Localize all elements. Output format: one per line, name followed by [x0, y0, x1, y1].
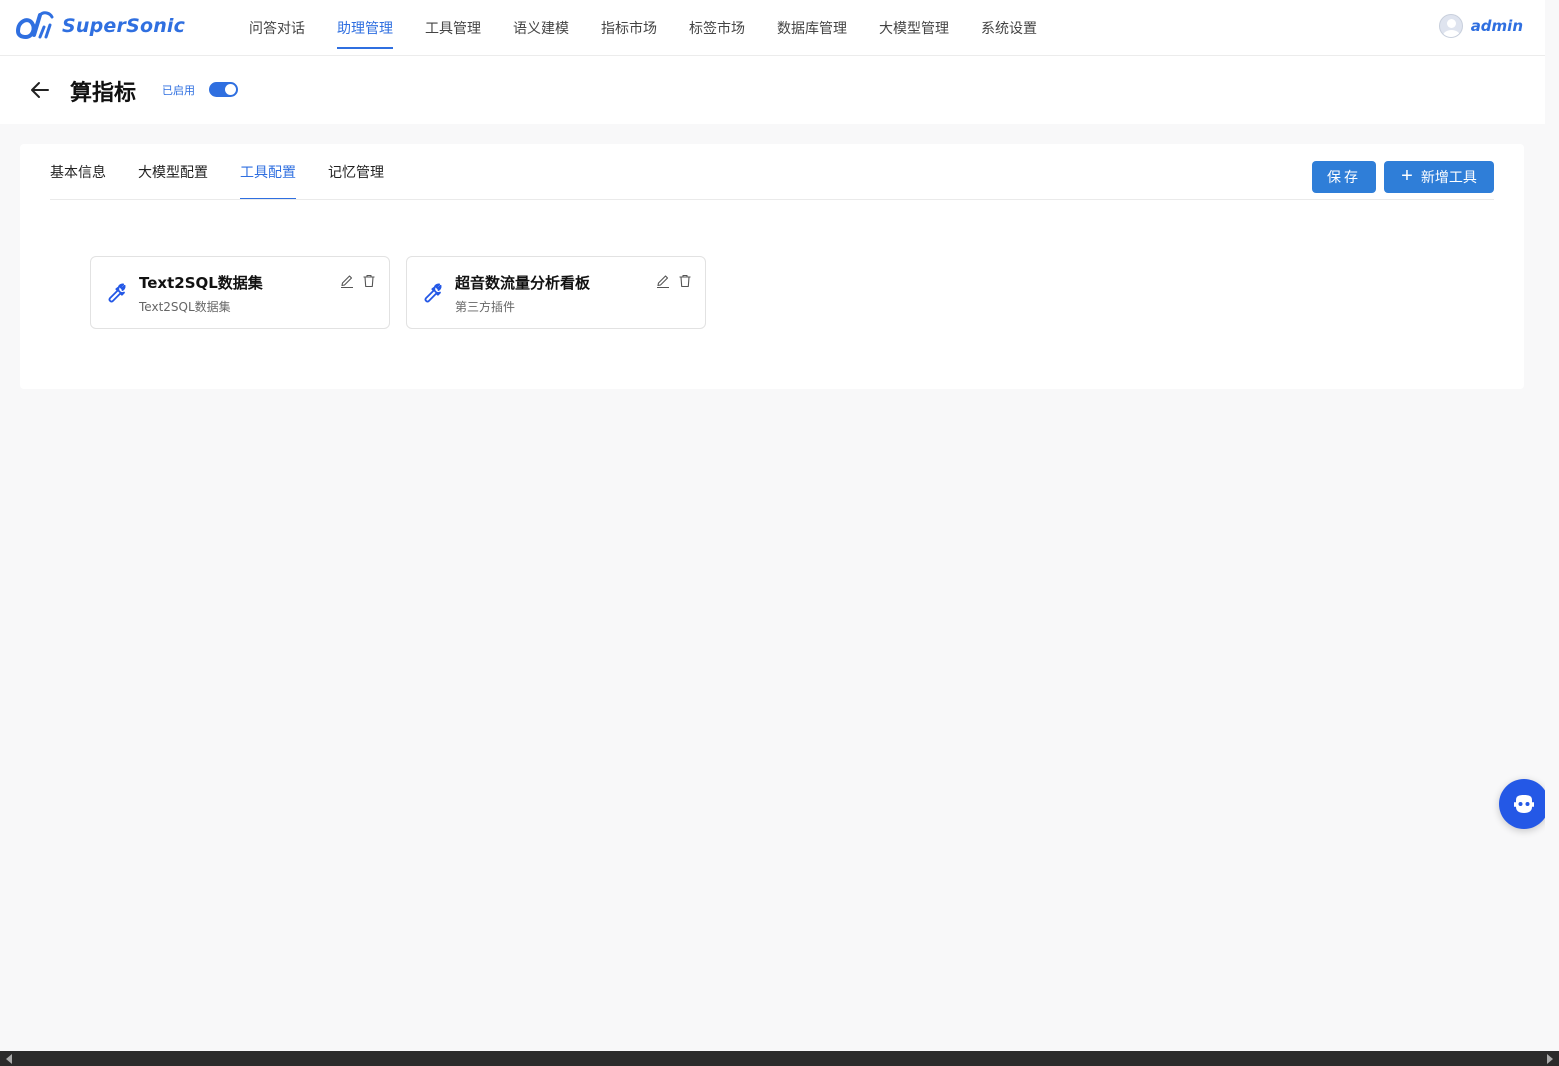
vertical-scrollbar[interactable]	[1545, 0, 1559, 1051]
tab-memory-management[interactable]: 记忆管理	[328, 144, 384, 200]
tab-llm-config[interactable]: 大模型配置	[138, 144, 208, 200]
scroll-right-icon[interactable]	[1547, 1054, 1553, 1064]
nav-item-semantic-modeling[interactable]: 语义建模	[497, 0, 585, 56]
logo[interactable]: SuperSonic	[14, 9, 185, 43]
add-tool-label: 新增工具	[1420, 169, 1477, 185]
enabled-toggle[interactable]	[209, 82, 238, 97]
edit-icon[interactable]	[339, 273, 355, 289]
wrench-icon	[108, 283, 126, 303]
save-button[interactable]: 保存	[1312, 161, 1376, 193]
config-tabs: 基本信息 大模型配置 工具配置 记忆管理	[50, 144, 416, 200]
nav-item-chat[interactable]: 问答对话	[233, 0, 321, 56]
delete-icon[interactable]	[361, 273, 377, 289]
page-title: 算指标	[70, 81, 137, 106]
tool-card[interactable]: 超音数流量分析看板 第三方插件	[406, 256, 706, 329]
back-arrow-icon[interactable]	[28, 78, 52, 102]
horizontal-scrollbar[interactable]	[0, 1051, 1559, 1066]
nav-item-llm-management[interactable]: 大模型管理	[863, 0, 965, 56]
tab-basic-info[interactable]: 基本信息	[50, 144, 106, 200]
tool-card[interactable]: Text2SQL数据集 Text2SQL数据集	[90, 256, 390, 329]
user-menu[interactable]: admin	[1438, 14, 1523, 38]
tool-name: 超音数流量分析看板	[455, 274, 591, 292]
wrench-icon	[424, 283, 442, 303]
nav-item-tag-market[interactable]: 标签市场	[673, 0, 761, 56]
scroll-left-icon[interactable]	[6, 1054, 12, 1064]
nav-item-assistant-management[interactable]: 助理管理	[321, 0, 409, 56]
assistant-float-button[interactable]	[1499, 779, 1549, 829]
delete-icon[interactable]	[677, 273, 693, 289]
username[interactable]: admin	[1471, 17, 1523, 35]
page-header: 算指标 已启用	[0, 56, 1545, 124]
tool-description: Text2SQL数据集	[139, 300, 231, 314]
top-navbar: SuperSonic 问答对话 助理管理 工具管理 语义建模 指标市场 标签市场…	[0, 0, 1545, 56]
nav-item-system-settings[interactable]: 系统设置	[965, 0, 1053, 56]
robot-icon	[1514, 795, 1534, 813]
supersonic-logo-icon	[15, 11, 54, 40]
add-tool-button[interactable]: + 新增工具	[1384, 161, 1494, 193]
tool-name: Text2SQL数据集	[139, 274, 263, 292]
nav-item-metric-market[interactable]: 指标市场	[585, 0, 673, 56]
tabs-divider	[50, 199, 1494, 200]
config-card: 基本信息 大模型配置 工具配置 记忆管理 保存 + 新增工具 Text2SQL数…	[20, 144, 1524, 389]
avatar[interactable]	[1438, 14, 1463, 38]
toggle-knob	[225, 84, 236, 95]
nav-item-tool-management[interactable]: 工具管理	[409, 0, 497, 56]
brand-name: SuperSonic	[62, 15, 186, 37]
main-nav: 问答对话 助理管理 工具管理 语义建模 指标市场 标签市场 数据库管理 大模型管…	[233, 0, 1053, 56]
tool-description: 第三方插件	[455, 300, 516, 314]
status-label: 已启用	[162, 84, 195, 97]
tab-tool-config[interactable]: 工具配置	[240, 144, 296, 200]
edit-icon[interactable]	[655, 273, 671, 289]
plus-icon: +	[1401, 165, 1413, 187]
nav-item-database-management[interactable]: 数据库管理	[761, 0, 863, 56]
